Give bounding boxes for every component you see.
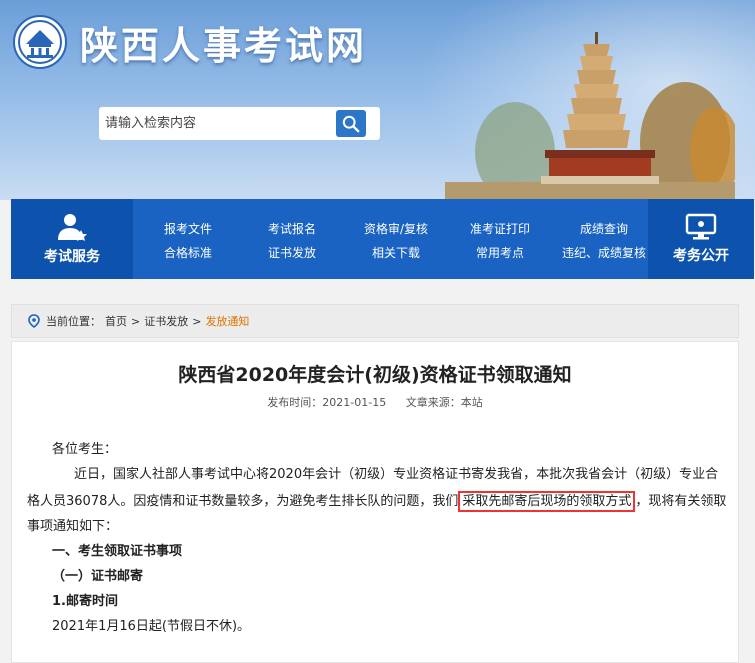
breadcrumb-section[interactable]: 证书发放 [144, 313, 188, 329]
nav-link-score-recheck[interactable]: 违纪、成绩复核 [552, 241, 656, 265]
nav-link-downloads[interactable]: 相关下载 [344, 241, 448, 265]
nav-column-4: 准考证打印 常用考点 [448, 217, 552, 265]
greeting: 各位考生： [52, 442, 118, 457]
breadcrumb-sep: > [131, 314, 141, 328]
search-box [99, 107, 380, 140]
search-icon [342, 115, 360, 132]
para1-line1: 近日，国家人社部人事考试中心将2020年会计（初级）专业资格证书寄发我省，本批次… [74, 467, 719, 482]
nav-link-pass-standard[interactable]: 合格标准 [136, 241, 240, 265]
highlighted-phrase: 采取先邮寄后现场的领取方式 [458, 491, 636, 512]
nav-link-certificate[interactable]: 证书发放 [240, 241, 344, 265]
publish-time: 发布时间：2021-01-15 [267, 396, 387, 409]
logo-emblem-icon [13, 15, 67, 69]
main-nav: 考试服务 报考文件 合格标准 考试报名 证书发放 资格审/复核 相关下载 准考证… [11, 199, 754, 279]
exam-service-tab[interactable]: 考试服务 [11, 199, 133, 279]
breadcrumb-current[interactable]: 发放通知 [205, 313, 249, 329]
article-title: 陕西省2020年度会计(初级)资格证书领取通知 [178, 364, 572, 386]
user-icon [58, 214, 87, 241]
para1-text: 格人员36078人。因疫情和证书数量较多，为避免考生排长队的问题，我们 [27, 494, 459, 509]
article-source: 文章来源：本站 [405, 396, 483, 409]
search-input[interactable] [99, 107, 341, 140]
breadcrumb-home[interactable]: 首页 [105, 313, 127, 329]
site-title: 陕西人事考试网 [80, 22, 368, 68]
nav-column-3: 资格审/复核 相关下载 [344, 217, 448, 265]
nav-column-5: 成绩查询 违纪、成绩复核 [552, 217, 656, 265]
breadcrumb-sep: > [192, 314, 202, 328]
mailing-time: 2021年1月16日起(节假日不休)。 [52, 619, 251, 634]
para1-line2: 格人员36078人。因疫情和证书数量较多，为避免考生排长队的问题，我们 采取先邮寄… [27, 489, 726, 514]
exam-service-label: 考试服务 [44, 249, 100, 265]
breadcrumb: 当前位置： 首页 > 证书发放 > 发放通知 [11, 304, 739, 338]
nav-column-1: 报考文件 合格标准 [136, 217, 240, 265]
nav-link-exam-files[interactable]: 报考文件 [136, 217, 240, 241]
nav-link-review[interactable]: 资格审/复核 [344, 217, 448, 241]
section-heading-1: 一、考生领取证书事项 [52, 544, 183, 559]
nav-link-admission-ticket[interactable]: 准考证打印 [448, 217, 552, 241]
article: 陕西省2020年度会计(初级)资格证书领取通知 发布时间：2021-01-15 … [11, 341, 739, 663]
nav-link-registration[interactable]: 考试报名 [240, 217, 344, 241]
site-logo[interactable]: 陕西人事考试网 [12, 14, 367, 70]
nav-link-test-sites[interactable]: 常用考点 [448, 241, 552, 265]
breadcrumb-label: 当前位置： [46, 315, 101, 328]
nav-column-2: 考试报名 证书发放 [240, 217, 344, 265]
para1-line3: 事项通知如下： [27, 519, 119, 534]
exam-affairs-tab[interactable]: 考务公开 [648, 199, 754, 279]
section-heading-2: （一）证书邮寄 [52, 569, 144, 584]
article-meta: 发布时间：2021-01-15 文章来源：本站 [12, 394, 738, 410]
section-heading-3: 1.邮寄时间 [52, 594, 118, 609]
monitor-icon [685, 213, 717, 240]
nav-link-score-query[interactable]: 成绩查询 [552, 217, 656, 241]
para1-tail: ，现将有关领取 [635, 494, 727, 509]
exam-affairs-label: 考务公开 [673, 248, 729, 264]
search-button[interactable] [336, 110, 366, 137]
pagoda-illustration [445, 32, 735, 200]
location-pin-icon [28, 314, 40, 328]
site-header: 陕西人事考试网 [0, 0, 755, 200]
